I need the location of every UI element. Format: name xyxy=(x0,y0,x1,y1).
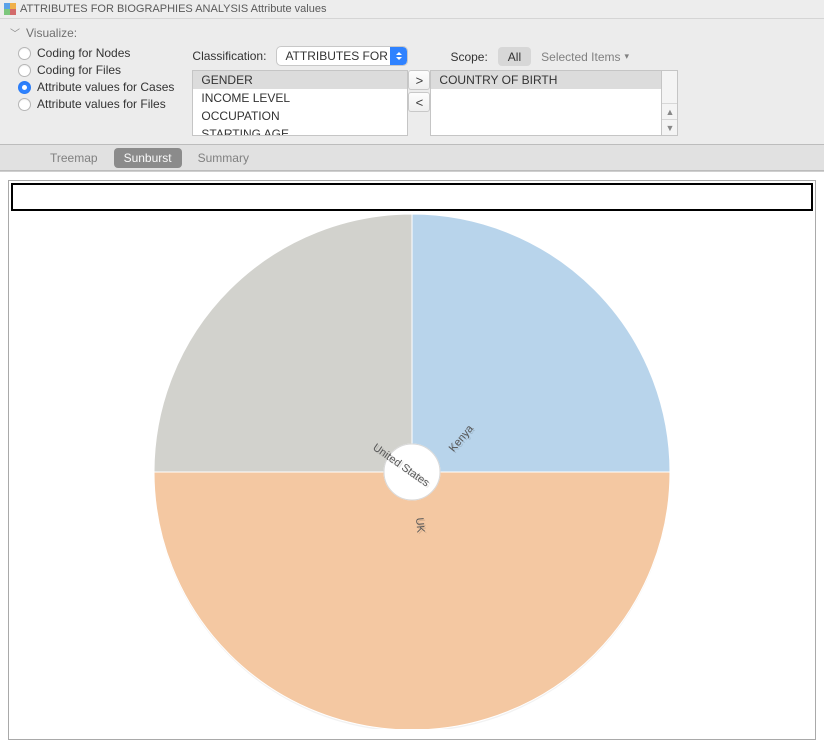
updown-arrows-icon xyxy=(390,47,407,65)
sunburst-svg: KenyaKenyaUKUKUnited StatesUnited States xyxy=(17,211,807,729)
chart-app-icon xyxy=(4,3,16,15)
window-titlebar: ATTRIBUTES FOR BIOGRAPHIES ANALYSIS Attr… xyxy=(0,0,824,19)
scope-all-button[interactable]: All xyxy=(498,47,531,66)
radio-coding-nodes[interactable]: Coding for Nodes xyxy=(18,46,174,60)
add-attribute-button[interactable]: > xyxy=(408,70,430,90)
radio-icon xyxy=(18,98,31,111)
chart-panel: KenyaKenyaUKUKUnited StatesUnited States xyxy=(0,171,824,751)
remove-attribute-button[interactable]: < xyxy=(408,92,430,112)
transfer-buttons: > < xyxy=(408,70,430,136)
controls-panel: ﹀ Visualize: Coding for Nodes Coding for… xyxy=(0,19,824,145)
stepper-down-button[interactable]: ▼ xyxy=(662,119,677,135)
sunburst-chart[interactable]: KenyaKenyaUKUKUnited StatesUnited States xyxy=(11,211,813,729)
classification-label: Classification: xyxy=(192,49,266,63)
list-item[interactable]: GENDER xyxy=(193,71,407,89)
window-title: ATTRIBUTES FOR BIOGRAPHIES ANALYSIS Attr… xyxy=(20,3,326,15)
radio-coding-files[interactable]: Coding for Files xyxy=(18,63,174,77)
scope-label: Scope: xyxy=(450,50,487,64)
selected-attributes-list[interactable]: COUNTRY OF BIRTH xyxy=(430,70,662,136)
tab-summary[interactable]: Summary xyxy=(188,148,259,168)
list-item[interactable]: COUNTRY OF BIRTH xyxy=(431,71,661,89)
tab-sunburst[interactable]: Sunburst xyxy=(114,148,182,168)
view-tabs: Treemap Sunburst Summary xyxy=(0,145,824,171)
radio-label: Attribute values for Cases xyxy=(37,80,174,94)
sunburst-slice[interactable] xyxy=(154,472,670,729)
radio-attr-files[interactable]: Attribute values for Files xyxy=(18,97,174,111)
classification-column: Classification: ATTRIBUTES FOR B... Scop… xyxy=(192,46,698,136)
slice-label: UK xyxy=(413,517,426,534)
available-attributes-list[interactable]: GENDERINCOME LEVELOCCUPATIONSTARTING AGE xyxy=(192,70,408,136)
visualize-label: Visualize: xyxy=(26,26,77,40)
radio-icon xyxy=(18,81,31,94)
scope-row: Scope: All Selected Items xyxy=(450,46,698,66)
list-item[interactable]: STARTING AGE xyxy=(193,125,407,136)
sunburst-slice[interactable] xyxy=(154,214,412,472)
visualize-radio-group: Coding for Nodes Coding for Files Attrib… xyxy=(10,46,174,111)
list-item[interactable]: OCCUPATION xyxy=(193,107,407,125)
selected-list-stepper: ▲ ▼ xyxy=(662,70,678,136)
radio-label: Coding for Nodes xyxy=(37,46,130,60)
radio-attr-cases[interactable]: Attribute values for Cases xyxy=(18,80,174,94)
sunburst-slice[interactable] xyxy=(412,214,670,472)
radio-label: Attribute values for Files xyxy=(37,97,166,111)
classification-select[interactable]: ATTRIBUTES FOR B... xyxy=(276,46,408,66)
chart-header-frame xyxy=(11,183,813,211)
tab-treemap[interactable]: Treemap xyxy=(40,148,108,168)
chart-outer-frame: KenyaKenyaUKUKUnited StatesUnited States xyxy=(8,180,816,740)
list-item[interactable]: INCOME LEVEL xyxy=(193,89,407,107)
stepper-up-button[interactable]: ▲ xyxy=(662,103,677,119)
radio-icon xyxy=(18,47,31,60)
visualize-disclosure[interactable]: ﹀ Visualize: xyxy=(10,25,814,40)
radio-label: Coding for Files xyxy=(37,63,121,77)
chevron-down-icon: ﹀ xyxy=(10,25,20,40)
scope-selected-items-dropdown[interactable]: Selected Items xyxy=(541,50,629,64)
radio-icon xyxy=(18,64,31,77)
